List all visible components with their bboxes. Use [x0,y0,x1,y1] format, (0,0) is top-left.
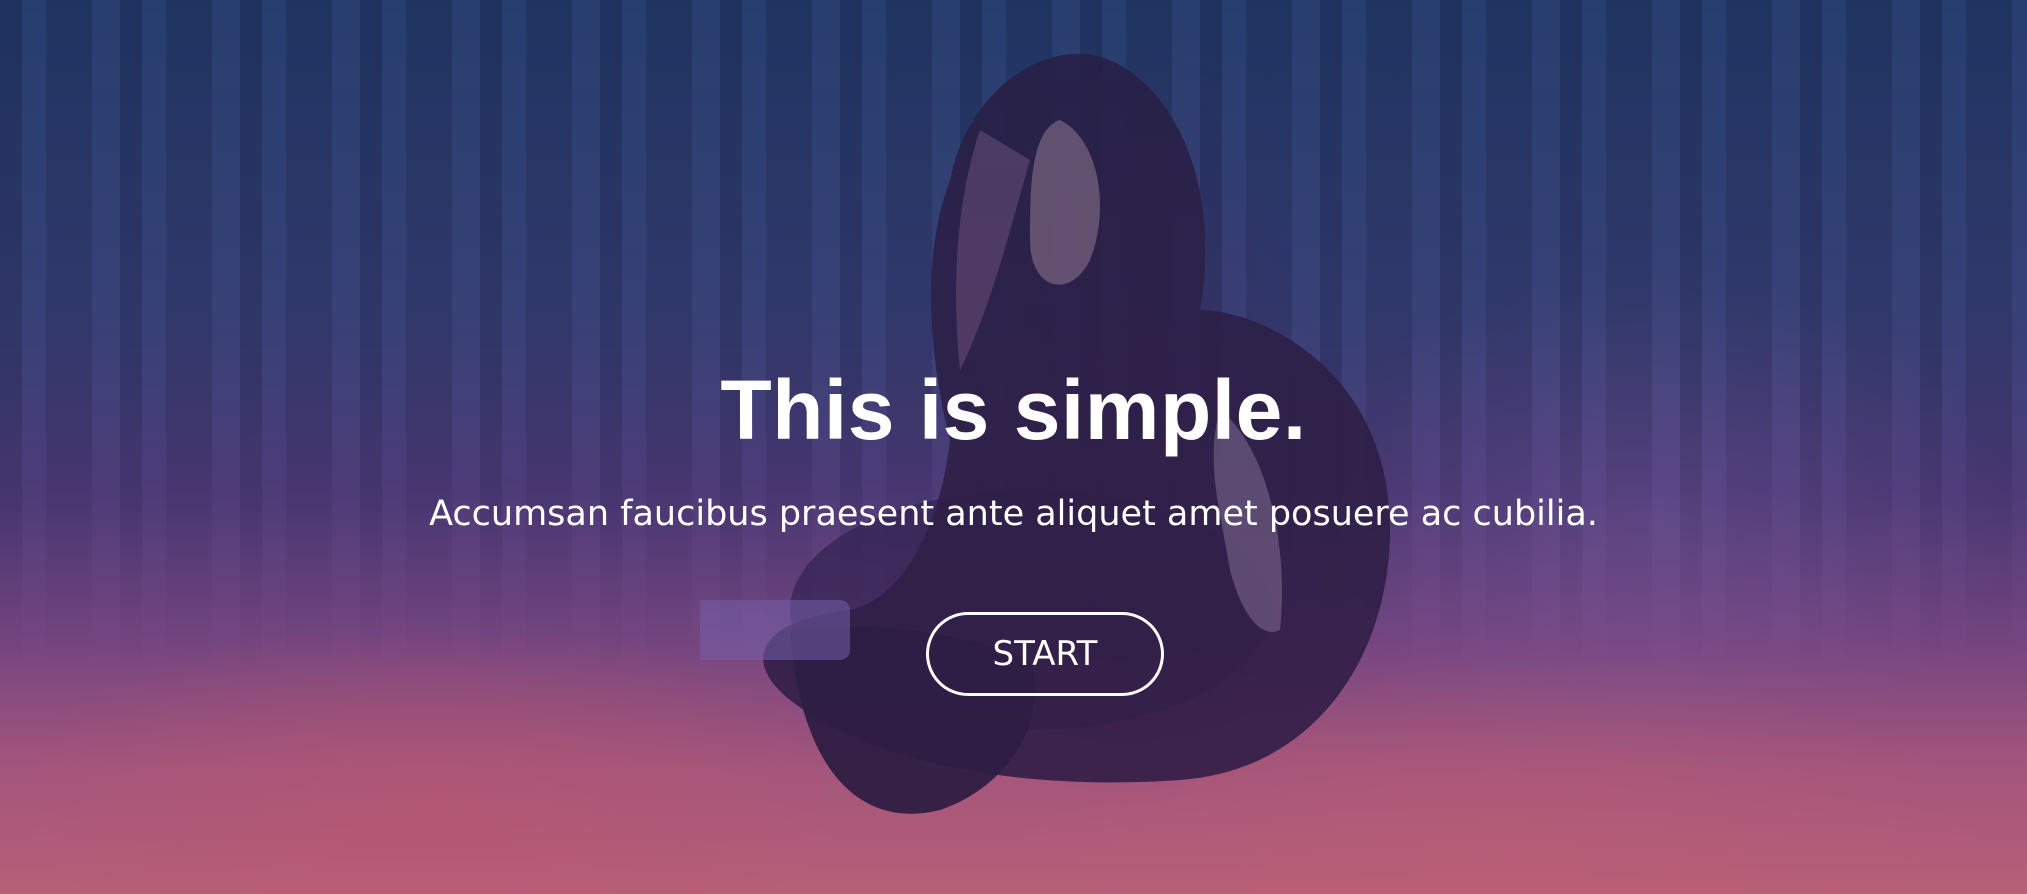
start-button[interactable]: START [926,612,1164,696]
page-title: This is simple. [720,363,1307,457]
hero-section: This is simple. Accumsan faucibus praese… [0,0,2027,894]
hero-content: This is simple. Accumsan faucibus praese… [0,0,2027,894]
page-subtitle: Accumsan faucibus praesent ante aliquet … [429,494,1598,534]
